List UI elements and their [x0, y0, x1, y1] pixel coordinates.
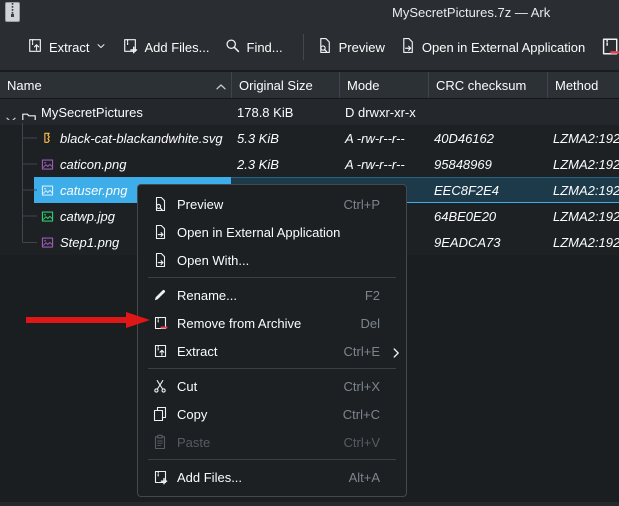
ark-app-icon [5, 2, 20, 22]
open-external-button[interactable]: Open in External Application [399, 37, 585, 57]
menu-item-remove-from-archive[interactable]: Remove from Archive Del [138, 309, 406, 337]
tree-lines [0, 99, 40, 249]
cut-icon [152, 378, 168, 394]
rename-icon [152, 287, 168, 303]
preview-button[interactable]: Preview [316, 37, 385, 57]
expander-down-icon[interactable] [3, 112, 16, 120]
add-files-button[interactable]: Add Files... [121, 37, 209, 57]
toolbar: Extract Add Files... Find... Preview Ope… [0, 24, 619, 70]
column-header-crc[interactable]: CRC checksum [428, 72, 547, 98]
archive-remove-icon [599, 45, 619, 60]
folder-icon [21, 110, 37, 120]
menu-item-rename[interactable]: Rename... F2 [138, 281, 406, 309]
table-row[interactable]: black-cat-blackandwhite.svg 5.3 KiB A -r… [0, 125, 619, 151]
archive-extract-icon [26, 37, 43, 57]
ark-window: MySecretPictures.7z — Ark Extract Add Fi… [0, 0, 619, 506]
sort-ascending-icon [213, 79, 227, 93]
paste-icon [152, 434, 168, 450]
document-preview-icon [152, 196, 168, 212]
table-row[interactable]: caticon.png 2.3 KiB A -rw-r--r-- 9584896… [0, 151, 619, 177]
menu-item-open-external[interactable]: Open in External Application [138, 218, 406, 246]
annotation-arrow [26, 309, 150, 331]
menu-item-add-files[interactable]: Add Files... Alt+A [138, 463, 406, 491]
context-menu: Preview Ctrl+P Open in External Applicat… [137, 184, 407, 497]
extract-button[interactable]: Extract [26, 37, 107, 57]
archive-add-icon [121, 37, 138, 57]
image-file-icon [40, 157, 55, 172]
chevron-down-icon[interactable] [95, 40, 107, 55]
menu-separator [148, 459, 396, 460]
archive-add-icon [152, 469, 168, 485]
svg-file-icon [40, 131, 55, 146]
folder-size: 178.8 KiB [231, 105, 339, 120]
remove-from-archive-toolbar-button[interactable] [599, 36, 619, 60]
document-open-icon [152, 224, 168, 240]
toolbar-separator [303, 34, 304, 60]
menu-item-cut[interactable]: Cut Ctrl+X [138, 372, 406, 400]
image-file-icon [40, 209, 55, 224]
document-preview-icon [316, 37, 333, 57]
column-header-name[interactable]: Name [0, 72, 231, 98]
column-header-method[interactable]: Method [547, 72, 619, 98]
folder-name: MySecretPictures [41, 105, 143, 120]
menu-item-preview[interactable]: Preview Ctrl+P [138, 190, 406, 218]
menu-separator [148, 368, 396, 369]
menu-item-copy[interactable]: Copy Ctrl+C [138, 400, 406, 428]
find-button[interactable]: Find... [224, 37, 283, 57]
menu-item-open-with[interactable]: Open With... [138, 246, 406, 274]
column-header-mode[interactable]: Mode [339, 72, 428, 98]
document-open-icon [152, 252, 168, 268]
table-header: Name Original Size Mode CRC checksum Met… [0, 70, 619, 99]
folder-mode: D drwxr-xr-x [339, 105, 428, 120]
menu-separator [148, 277, 396, 278]
column-header-original-size[interactable]: Original Size [231, 72, 339, 98]
archive-remove-icon [152, 315, 168, 331]
menu-item-extract[interactable]: Extract Ctrl+E [138, 337, 406, 365]
menu-item-paste: Paste Ctrl+V [138, 428, 406, 456]
archive-extract-icon [152, 343, 168, 359]
image-file-icon [40, 235, 55, 250]
table-row-folder[interactable]: MySecretPictures 178.8 KiB D drwxr-xr-x [0, 99, 619, 125]
document-open-icon [399, 37, 416, 57]
window-title: MySecretPictures.7z — Ark [392, 5, 550, 20]
image-file-icon [40, 183, 55, 198]
search-icon [224, 37, 241, 57]
titlebar: MySecretPictures.7z — Ark [0, 0, 619, 24]
copy-icon [152, 406, 168, 422]
submenu-arrow-icon [388, 345, 400, 357]
